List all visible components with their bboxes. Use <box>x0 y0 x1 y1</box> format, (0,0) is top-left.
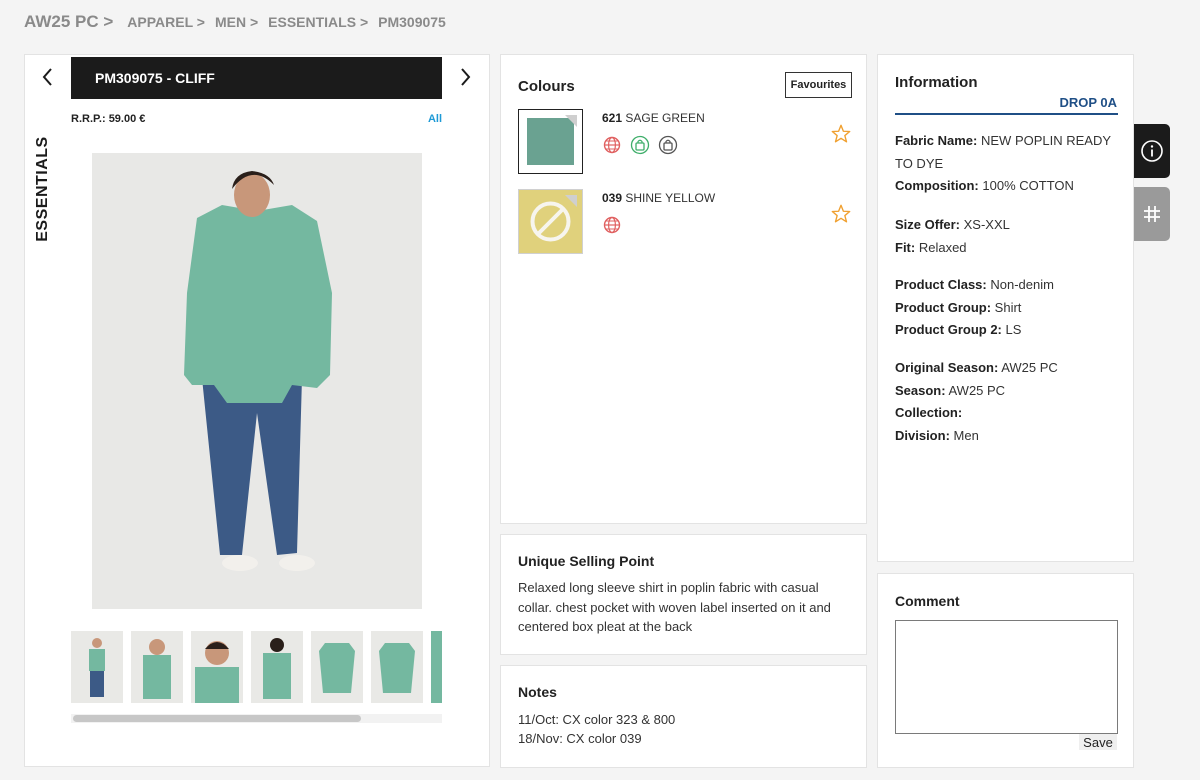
note-line-1: 11/Oct: CX color 323 & 800 <box>518 712 676 727</box>
thumbnail-strip <box>71 631 442 704</box>
original-season-label: Original Season: <box>895 360 999 375</box>
product-group-2-label: Product Group 2: <box>895 322 1002 337</box>
main-product-photo[interactable] <box>92 153 422 609</box>
breadcrumb-item-men[interactable]: MEN > <box>215 14 258 30</box>
shopping-bag-icon <box>630 135 650 155</box>
colour-label: SAGE GREEN <box>625 111 705 125</box>
usp-text: Relaxed long sleeve shirt in poplin fabr… <box>518 580 831 634</box>
division-label: Division: <box>895 427 950 443</box>
thumbnail-6[interactable] <box>371 631 423 703</box>
hashtag-icon <box>1144 206 1160 222</box>
colour-code: 039 <box>602 191 623 205</box>
product-group-value: Shirt <box>994 299 1022 315</box>
information-panel: Information DROP 0A Fabric Name: NEW POP… <box>877 54 1134 562</box>
favourites-button[interactable]: Favourites <box>785 72 852 98</box>
product-class-label: Product Class: <box>895 277 987 292</box>
product-panel: PM309075 - CLIFF R.R.P.: 59.00 € All ESS… <box>24 54 490 767</box>
season-label: Season: <box>895 382 946 398</box>
original-season-value: AW25 PC <box>1001 360 1058 375</box>
drop-label: DROP 0A <box>1059 95 1117 110</box>
composition-label: Composition: <box>895 178 979 193</box>
colour-row-sage-green: 621 SAGE GREEN <box>518 109 852 175</box>
size-offer-value: XS-XXL <box>963 217 1010 232</box>
category-label-text: ESSENTIALS <box>34 136 51 242</box>
comment-panel: Comment Save <box>877 573 1134 768</box>
fabric-name-label: Fabric Name: <box>895 133 978 148</box>
lock-bag-icon <box>658 135 678 155</box>
usp-title: Unique Selling Point <box>518 553 655 569</box>
favourite-star-icon[interactable] <box>830 123 852 145</box>
product-group-label: Product Group: <box>895 299 992 315</box>
breadcrumb-item-apparel[interactable]: APPAREL > <box>127 14 205 30</box>
colour-label: SHINE YELLOW <box>625 191 716 205</box>
comment-textarea[interactable] <box>895 620 1118 734</box>
rrp-price: R.R.P.: 59.00 € <box>71 113 146 125</box>
breadcrumb: AW25 PC > APPAREL > MEN > ESSENTIALS > P… <box>24 12 456 32</box>
globe-icon <box>603 216 621 234</box>
product-title: PM309075 - CLIFF <box>71 57 442 99</box>
colours-title: Colours <box>518 78 575 95</box>
sage-green-swatch[interactable] <box>518 109 583 174</box>
globe-icon <box>603 136 621 154</box>
colours-panel: Colours Favourites 621 SAGE GREEN 039 SH… <box>500 54 867 524</box>
size-info: Size Offer: XS-XXL Fit: Relaxed <box>895 214 1120 259</box>
breadcrumb-root[interactable]: AW25 PC > <box>24 12 113 32</box>
shine-yellow-swatch[interactable] <box>518 189 583 254</box>
breadcrumb-item-essentials[interactable]: ESSENTIALS > <box>268 14 368 30</box>
next-product-arrow-icon[interactable] <box>453 65 477 89</box>
size-offer-label: Size Offer: <box>895 217 961 232</box>
thumbnail-2[interactable] <box>131 631 183 703</box>
thumbnail-scrollbar[interactable] <box>71 714 442 723</box>
all-link[interactable]: All <box>428 113 442 125</box>
thumbnail-3[interactable] <box>191 631 243 703</box>
fit-label: Fit: <box>895 239 916 255</box>
thumbnail-7[interactable] <box>431 631 442 703</box>
season-info: Original Season: AW25 PC Season: AW25 PC… <box>895 357 1120 447</box>
colour-code: 621 <box>602 111 623 125</box>
product-class-value: Non-denim <box>990 277 1054 292</box>
colour-name-shine-yellow: 039 SHINE YELLOW <box>602 191 715 205</box>
thumbnail-5[interactable] <box>311 631 363 703</box>
thumbnail-1[interactable] <box>71 631 123 703</box>
comment-title: Comment <box>895 593 960 609</box>
division-value: Men <box>953 427 979 443</box>
product-class-info: Product Class: Non-denim Product Group: … <box>895 274 1120 342</box>
composition-value: 100% COTTON <box>982 178 1074 193</box>
fabric-info: Fabric Name: NEW POPLIN READY TO DYE Com… <box>895 130 1120 198</box>
category-vertical-label: ESSENTIALS <box>31 136 55 242</box>
favourite-star-icon[interactable] <box>830 203 852 225</box>
note-line-2: 18/Nov: CX color 039 <box>518 731 642 746</box>
thumbnail-scrollbar-thumb[interactable] <box>73 715 361 722</box>
colour-channel-icons <box>602 215 622 235</box>
save-button[interactable]: Save <box>1079 734 1117 750</box>
hashtag-tab[interactable] <box>1134 187 1170 241</box>
notes-title: Notes <box>518 684 557 700</box>
colour-row-shine-yellow: 039 SHINE YELLOW <box>518 189 852 255</box>
colour-channel-icons <box>602 135 678 155</box>
previous-product-arrow-icon[interactable] <box>36 65 60 89</box>
usp-panel: Unique Selling Point Relaxed long sleeve… <box>500 534 867 655</box>
notes-panel: Notes 11/Oct: CX color 323 & 800 18/Nov:… <box>500 665 867 768</box>
collection-label: Collection: <box>895 405 963 420</box>
colour-name-sage-green: 621 SAGE GREEN <box>602 111 705 125</box>
information-divider <box>895 113 1118 115</box>
info-tab[interactable] <box>1134 124 1170 178</box>
breadcrumb-item-product: PM309075 <box>378 14 446 30</box>
season-value: AW25 PC <box>948 382 1006 398</box>
product-group-2-value: LS <box>1005 322 1022 337</box>
fit-value: Relaxed <box>918 239 967 255</box>
thumbnail-4[interactable] <box>251 631 303 703</box>
information-title: Information <box>895 74 978 91</box>
info-icon <box>1141 140 1163 162</box>
